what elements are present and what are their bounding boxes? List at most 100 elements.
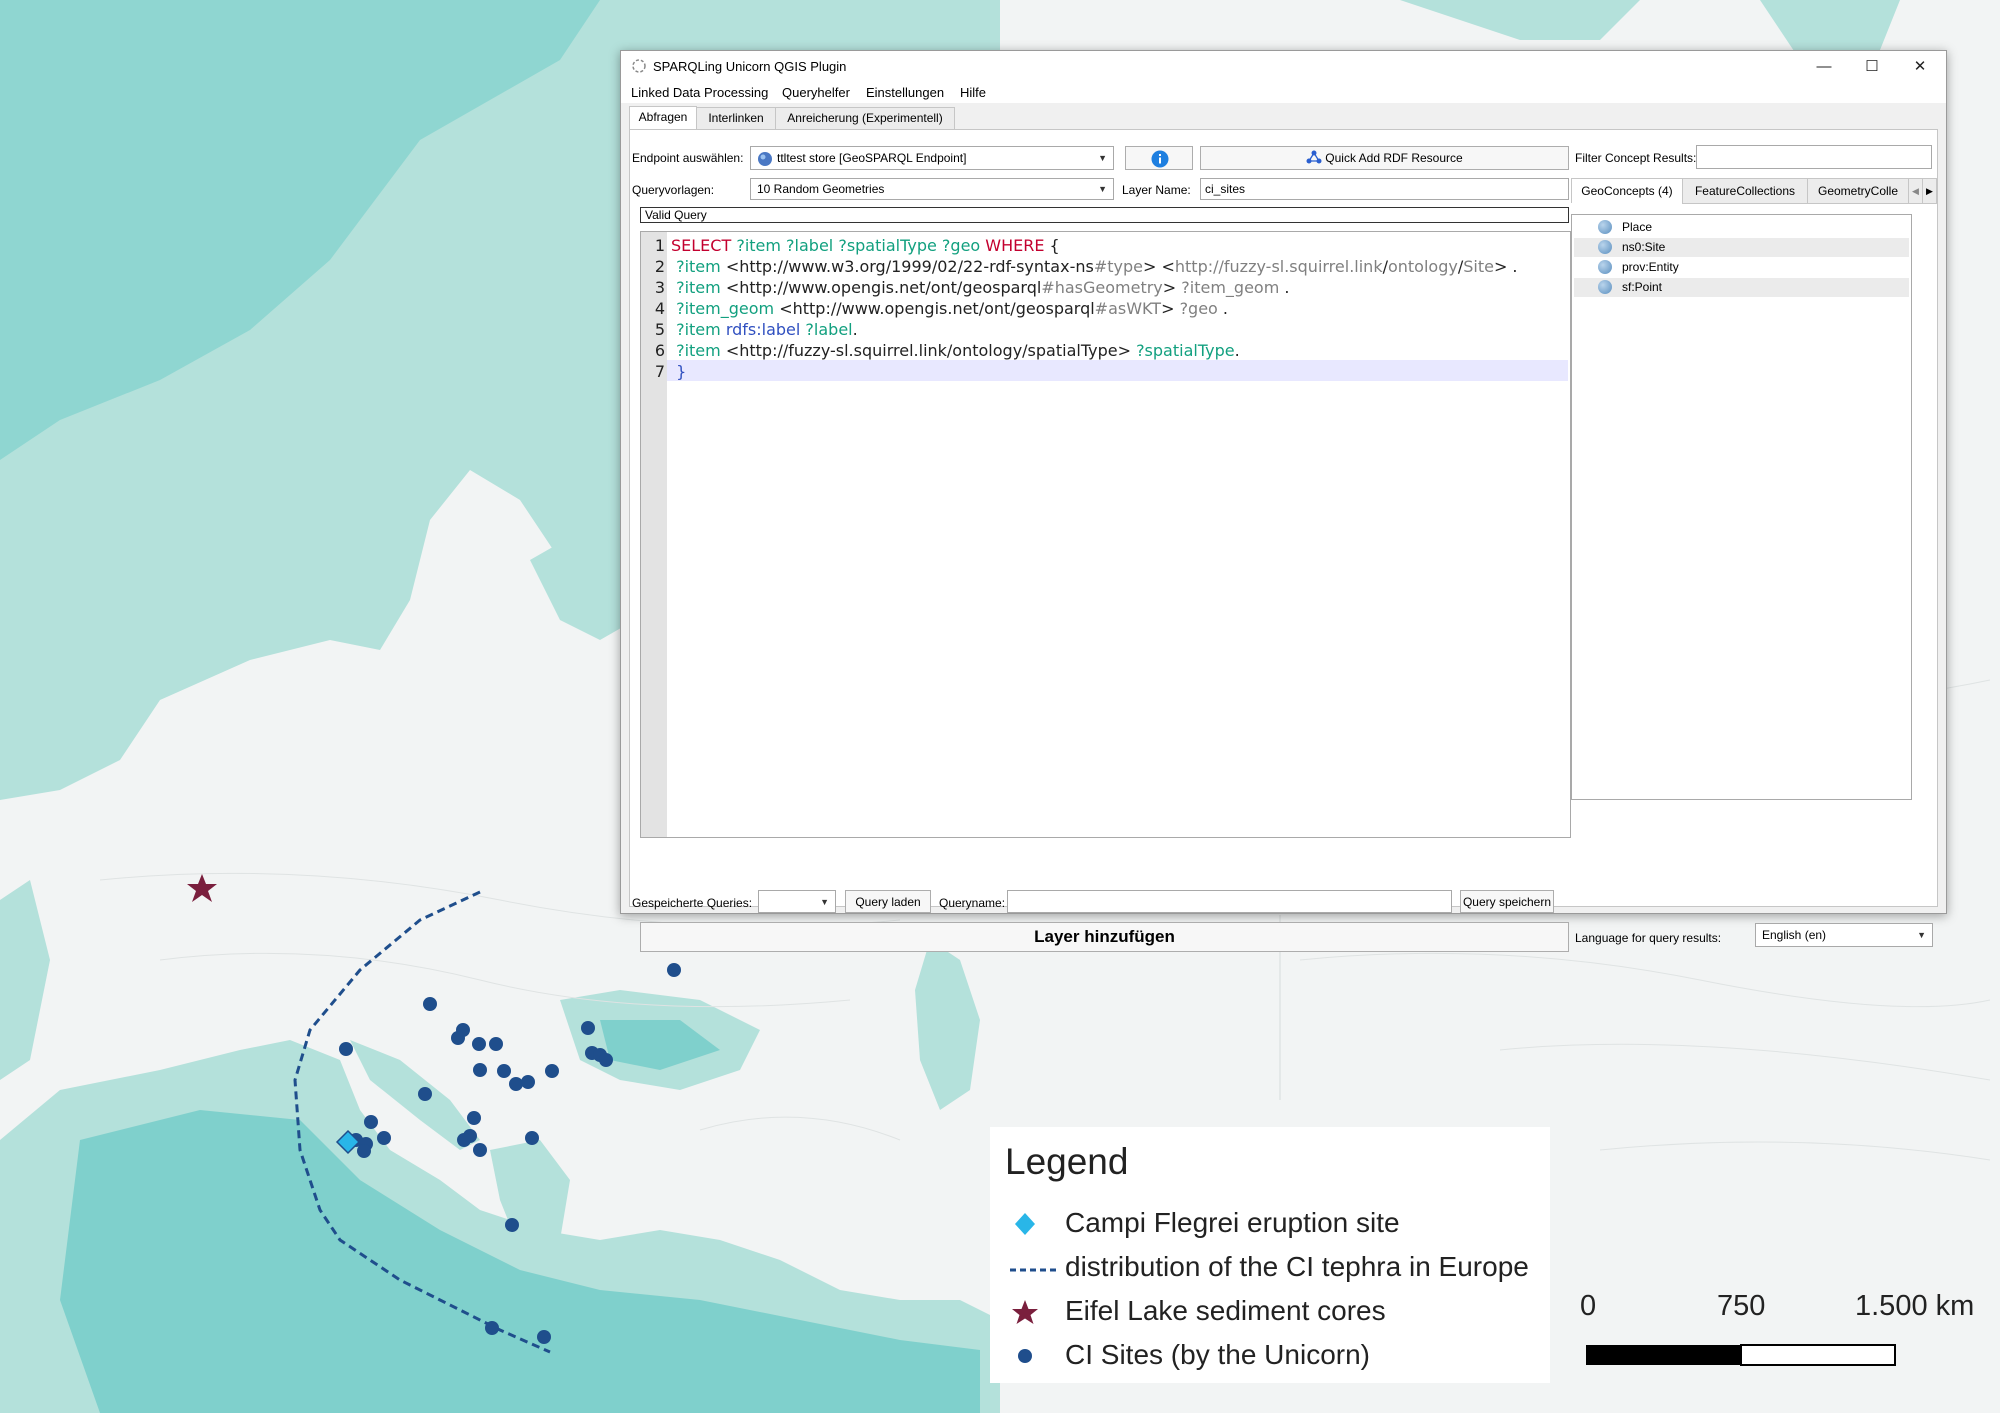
unicorn-app-icon	[632, 59, 646, 73]
tab-featurecollections[interactable]: FeatureCollections	[1682, 178, 1808, 204]
menu-einstellungen[interactable]: Einstellungen	[866, 85, 944, 100]
ci-site-marker[interactable]	[457, 1133, 471, 1147]
ci-site-marker[interactable]	[581, 1021, 595, 1035]
ci-site-marker[interactable]	[339, 1042, 353, 1056]
language-label: Language for query results:	[1575, 931, 1722, 945]
menu-hilfe[interactable]: Hilfe	[960, 85, 986, 100]
concept-list[interactable]: Place ns0:Site prov:Entity sf:Point	[1571, 214, 1912, 800]
code-line-1: SELECT ?item ?label ?spatialType ?geo WH…	[671, 236, 1060, 255]
queryvorlagen-value: 10 Random Geometries	[757, 182, 885, 196]
scale-bar-graphic	[1586, 1344, 1896, 1366]
ci-site-marker[interactable]	[489, 1037, 503, 1051]
queryvorlagen-select[interactable]: 10 Random Geometries ▼	[750, 178, 1114, 200]
layer-name-input[interactable]: ci_sites	[1200, 178, 1569, 200]
map-legend: Legend Campi Flegrei eruption site distr…	[990, 1127, 1550, 1383]
chevron-down-icon: ▼	[1098, 153, 1107, 163]
ci-site-marker[interactable]	[357, 1144, 371, 1158]
ci-site-marker[interactable]	[505, 1218, 519, 1232]
code-line-7: }	[671, 362, 687, 381]
saved-queries-select[interactable]: ▼	[758, 890, 836, 913]
ci-site-marker[interactable]	[451, 1031, 465, 1045]
code-line-5: ?item rdfs:label ?label.	[671, 320, 858, 339]
ci-site-marker[interactable]	[545, 1064, 559, 1078]
concept-tabs: GeoConcepts (4) FeatureCollections Geome…	[1571, 178, 1937, 204]
ci-site-marker[interactable]	[537, 1330, 551, 1344]
chevron-down-icon: ▼	[1917, 930, 1926, 940]
ci-site-marker[interactable]	[599, 1053, 613, 1067]
sparql-editor[interactable]: 1 2 3 4 5 6 7 SELECT ?item ?label ?spati…	[640, 231, 1571, 838]
tab-geoconcepts[interactable]: GeoConcepts (4)	[1571, 178, 1683, 203]
query-save-button[interactable]: Query speichern	[1460, 890, 1554, 913]
endpoint-info-button[interactable]	[1125, 146, 1193, 170]
ci-site-marker[interactable]	[377, 1131, 391, 1145]
line-number: 2	[654, 257, 665, 276]
tab-abfragen[interactable]: Abfragen	[629, 106, 697, 130]
menu-linked-data-processing[interactable]: Linked Data Processing	[631, 85, 768, 100]
diamond-icon	[1015, 1213, 1035, 1235]
concept-item-point[interactable]: sf:Point	[1574, 278, 1909, 297]
ci-site-marker[interactable]	[473, 1143, 487, 1157]
legend-title: Legend	[1005, 1141, 1129, 1182]
legend-item-ci-sites: CI Sites (by the Unicorn)	[990, 1337, 1550, 1377]
close-button[interactable]: ✕	[1896, 51, 1944, 81]
line-number: 6	[654, 341, 665, 360]
ci-site-marker[interactable]	[485, 1321, 499, 1335]
ci-site-marker[interactable]	[473, 1063, 487, 1077]
scale-label-0: 0	[1580, 1290, 1597, 1322]
chevron-down-icon: ▼	[1098, 184, 1107, 194]
globe-icon	[1598, 220, 1612, 234]
query-load-button[interactable]: Query laden	[845, 890, 931, 913]
code-line-6: ?item <http://fuzzy-sl.squirrel.link/ont…	[671, 341, 1240, 360]
tab-scroll-right-icon[interactable]: ▶	[1922, 178, 1937, 204]
quick-add-label: Quick Add RDF Resource	[1325, 151, 1463, 165]
endpoint-select[interactable]: ttltest store [GeoSPARQL Endpoint] ▼	[750, 146, 1114, 170]
ci-site-marker[interactable]	[521, 1075, 535, 1089]
ci-site-marker[interactable]	[423, 997, 437, 1011]
concept-item-entity[interactable]: prov:Entity	[1574, 258, 1909, 277]
language-value: English (en)	[1762, 928, 1827, 942]
line-number: 7	[654, 362, 665, 381]
dot-icon	[1018, 1349, 1032, 1363]
abfragen-panel: Endpoint auswählen: ttltest store [GeoSP…	[629, 129, 1938, 952]
eifel-core-star[interactable]	[187, 874, 217, 902]
ci-site-marker[interactable]	[497, 1064, 511, 1078]
tab-scroll-left-icon[interactable]: ◀	[1908, 178, 1923, 204]
ci-site-marker[interactable]	[364, 1115, 378, 1129]
concept-item-place[interactable]: Place	[1574, 218, 1909, 237]
tab-interlinken[interactable]: Interlinken	[696, 107, 776, 129]
code-line-4: ?item_geom <http://www.opengis.net/ont/g…	[671, 299, 1229, 318]
maximize-button[interactable]: ☐	[1848, 51, 1896, 81]
legend-item-tephra: distribution of the CI tephra in Europe	[990, 1249, 1550, 1289]
info-icon	[1151, 150, 1169, 168]
ci-site-marker[interactable]	[472, 1037, 486, 1051]
legend-item-eifel: Eifel Lake sediment cores	[990, 1293, 1550, 1333]
line-number: 1	[654, 236, 665, 255]
tab-anreicherung[interactable]: Anreicherung (Experimentell)	[775, 107, 955, 129]
endpoint-label: Endpoint auswählen:	[632, 151, 744, 165]
filter-concept-input[interactable]	[1696, 145, 1932, 169]
ci-site-marker[interactable]	[667, 963, 681, 977]
queryname-input[interactable]	[1007, 890, 1452, 913]
menu-bar: Linked Data Processing Queryhelfer Einst…	[621, 81, 1946, 103]
tab-geometrycollections[interactable]: GeometryColle	[1807, 178, 1909, 204]
minimize-button[interactable]: —	[1800, 51, 1848, 81]
ci-site-marker[interactable]	[525, 1131, 539, 1145]
ci-site-marker[interactable]	[418, 1087, 432, 1101]
layer-name-label: Layer Name:	[1122, 183, 1191, 197]
title-bar: SPARQLing Unicorn QGIS Plugin — ☐ ✕	[621, 51, 1946, 81]
plugin-window: SPARQLing Unicorn QGIS Plugin — ☐ ✕ Link…	[620, 50, 1947, 952]
language-select[interactable]: English (en) ▼	[1755, 923, 1933, 947]
concept-item-site[interactable]: ns0:Site	[1574, 238, 1909, 257]
ci-site-marker[interactable]	[509, 1077, 523, 1091]
quick-add-rdf-button[interactable]: Quick Add RDF Resource	[1200, 146, 1569, 170]
chevron-down-icon: ▼	[820, 897, 829, 907]
add-layer-button[interactable]: Layer hinzufügen	[640, 922, 1569, 952]
ci-site-marker[interactable]	[467, 1111, 481, 1125]
globe-icon	[1598, 240, 1612, 254]
filter-label: Filter Concept Results:	[1575, 151, 1697, 165]
scale-label-1500: 1.500 km	[1855, 1290, 1975, 1322]
menu-queryhelfer[interactable]: Queryhelfer	[782, 85, 850, 100]
line-number: 3	[654, 278, 665, 297]
globe-icon	[1598, 260, 1612, 274]
current-line-highlight	[667, 360, 1568, 381]
